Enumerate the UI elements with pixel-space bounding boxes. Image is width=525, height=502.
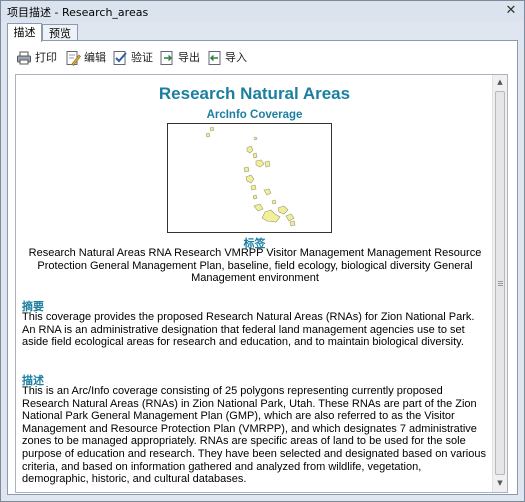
window-title: 项目描述 - Research_areas: [7, 6, 149, 19]
tags-text: Research Natural Areas RNA Research VMRP…: [28, 247, 482, 285]
metadata-window: 项目描述 - Research_areas ✕ 描述 预览 打印 编辑 验证 导…: [0, 0, 525, 502]
tab-strip: 描述 预览: [7, 23, 518, 42]
import-icon: [208, 51, 221, 65]
thumbnail-image: [167, 123, 332, 233]
export-label: 导出: [178, 51, 200, 64]
print-label: 打印: [35, 51, 57, 64]
summary-text: This coverage provides the proposed Rese…: [22, 311, 475, 349]
scroll-up-arrow[interactable]: ▲: [493, 75, 507, 90]
description-panel: 打印 编辑 验证 导出 导入 Research Natural Areas Ar…: [7, 40, 518, 495]
close-button[interactable]: ✕: [504, 3, 518, 18]
print-button[interactable]: 打印: [16, 50, 58, 66]
document-subtitle: ArcInfo Coverage: [206, 109, 303, 121]
document-title: Research Natural Areas: [158, 84, 351, 103]
edit-icon: [66, 51, 81, 66]
printer-icon: [17, 51, 31, 65]
scroll-grip: [498, 281, 503, 282]
edit-label: 编辑: [84, 51, 106, 64]
metadata-document: Research Natural Areas ArcInfo Coverage: [16, 75, 493, 492]
export-icon: [160, 51, 173, 65]
scroll-grip: [498, 283, 503, 284]
metadata-content: Research Natural Areas ArcInfo Coverage: [15, 74, 508, 493]
scroll-thumb[interactable]: [495, 91, 505, 475]
edit-button[interactable]: 编辑: [65, 50, 107, 66]
validate-label: 验证: [131, 51, 153, 64]
tab-description[interactable]: 描述: [7, 23, 42, 42]
toolbar: 打印 编辑 验证 导出 导入: [8, 41, 517, 73]
tab-preview[interactable]: 预览: [42, 24, 78, 41]
validate-icon: [113, 51, 127, 65]
title-bar: 项目描述 - Research_areas ✕: [1, 1, 524, 22]
scroll-down-arrow[interactable]: ▼: [493, 476, 507, 491]
thumbnail-map: [205, 126, 296, 227]
description-text: This is an Arc/Info coverage consisting …: [22, 385, 486, 486]
import-button[interactable]: 导入: [206, 50, 248, 66]
import-label: 导入: [225, 51, 247, 64]
validate-button[interactable]: 验证: [112, 50, 154, 66]
export-button[interactable]: 导出: [159, 50, 201, 66]
vertical-scrollbar[interactable]: ▲ ▼: [492, 75, 507, 492]
scroll-grip: [498, 285, 503, 286]
